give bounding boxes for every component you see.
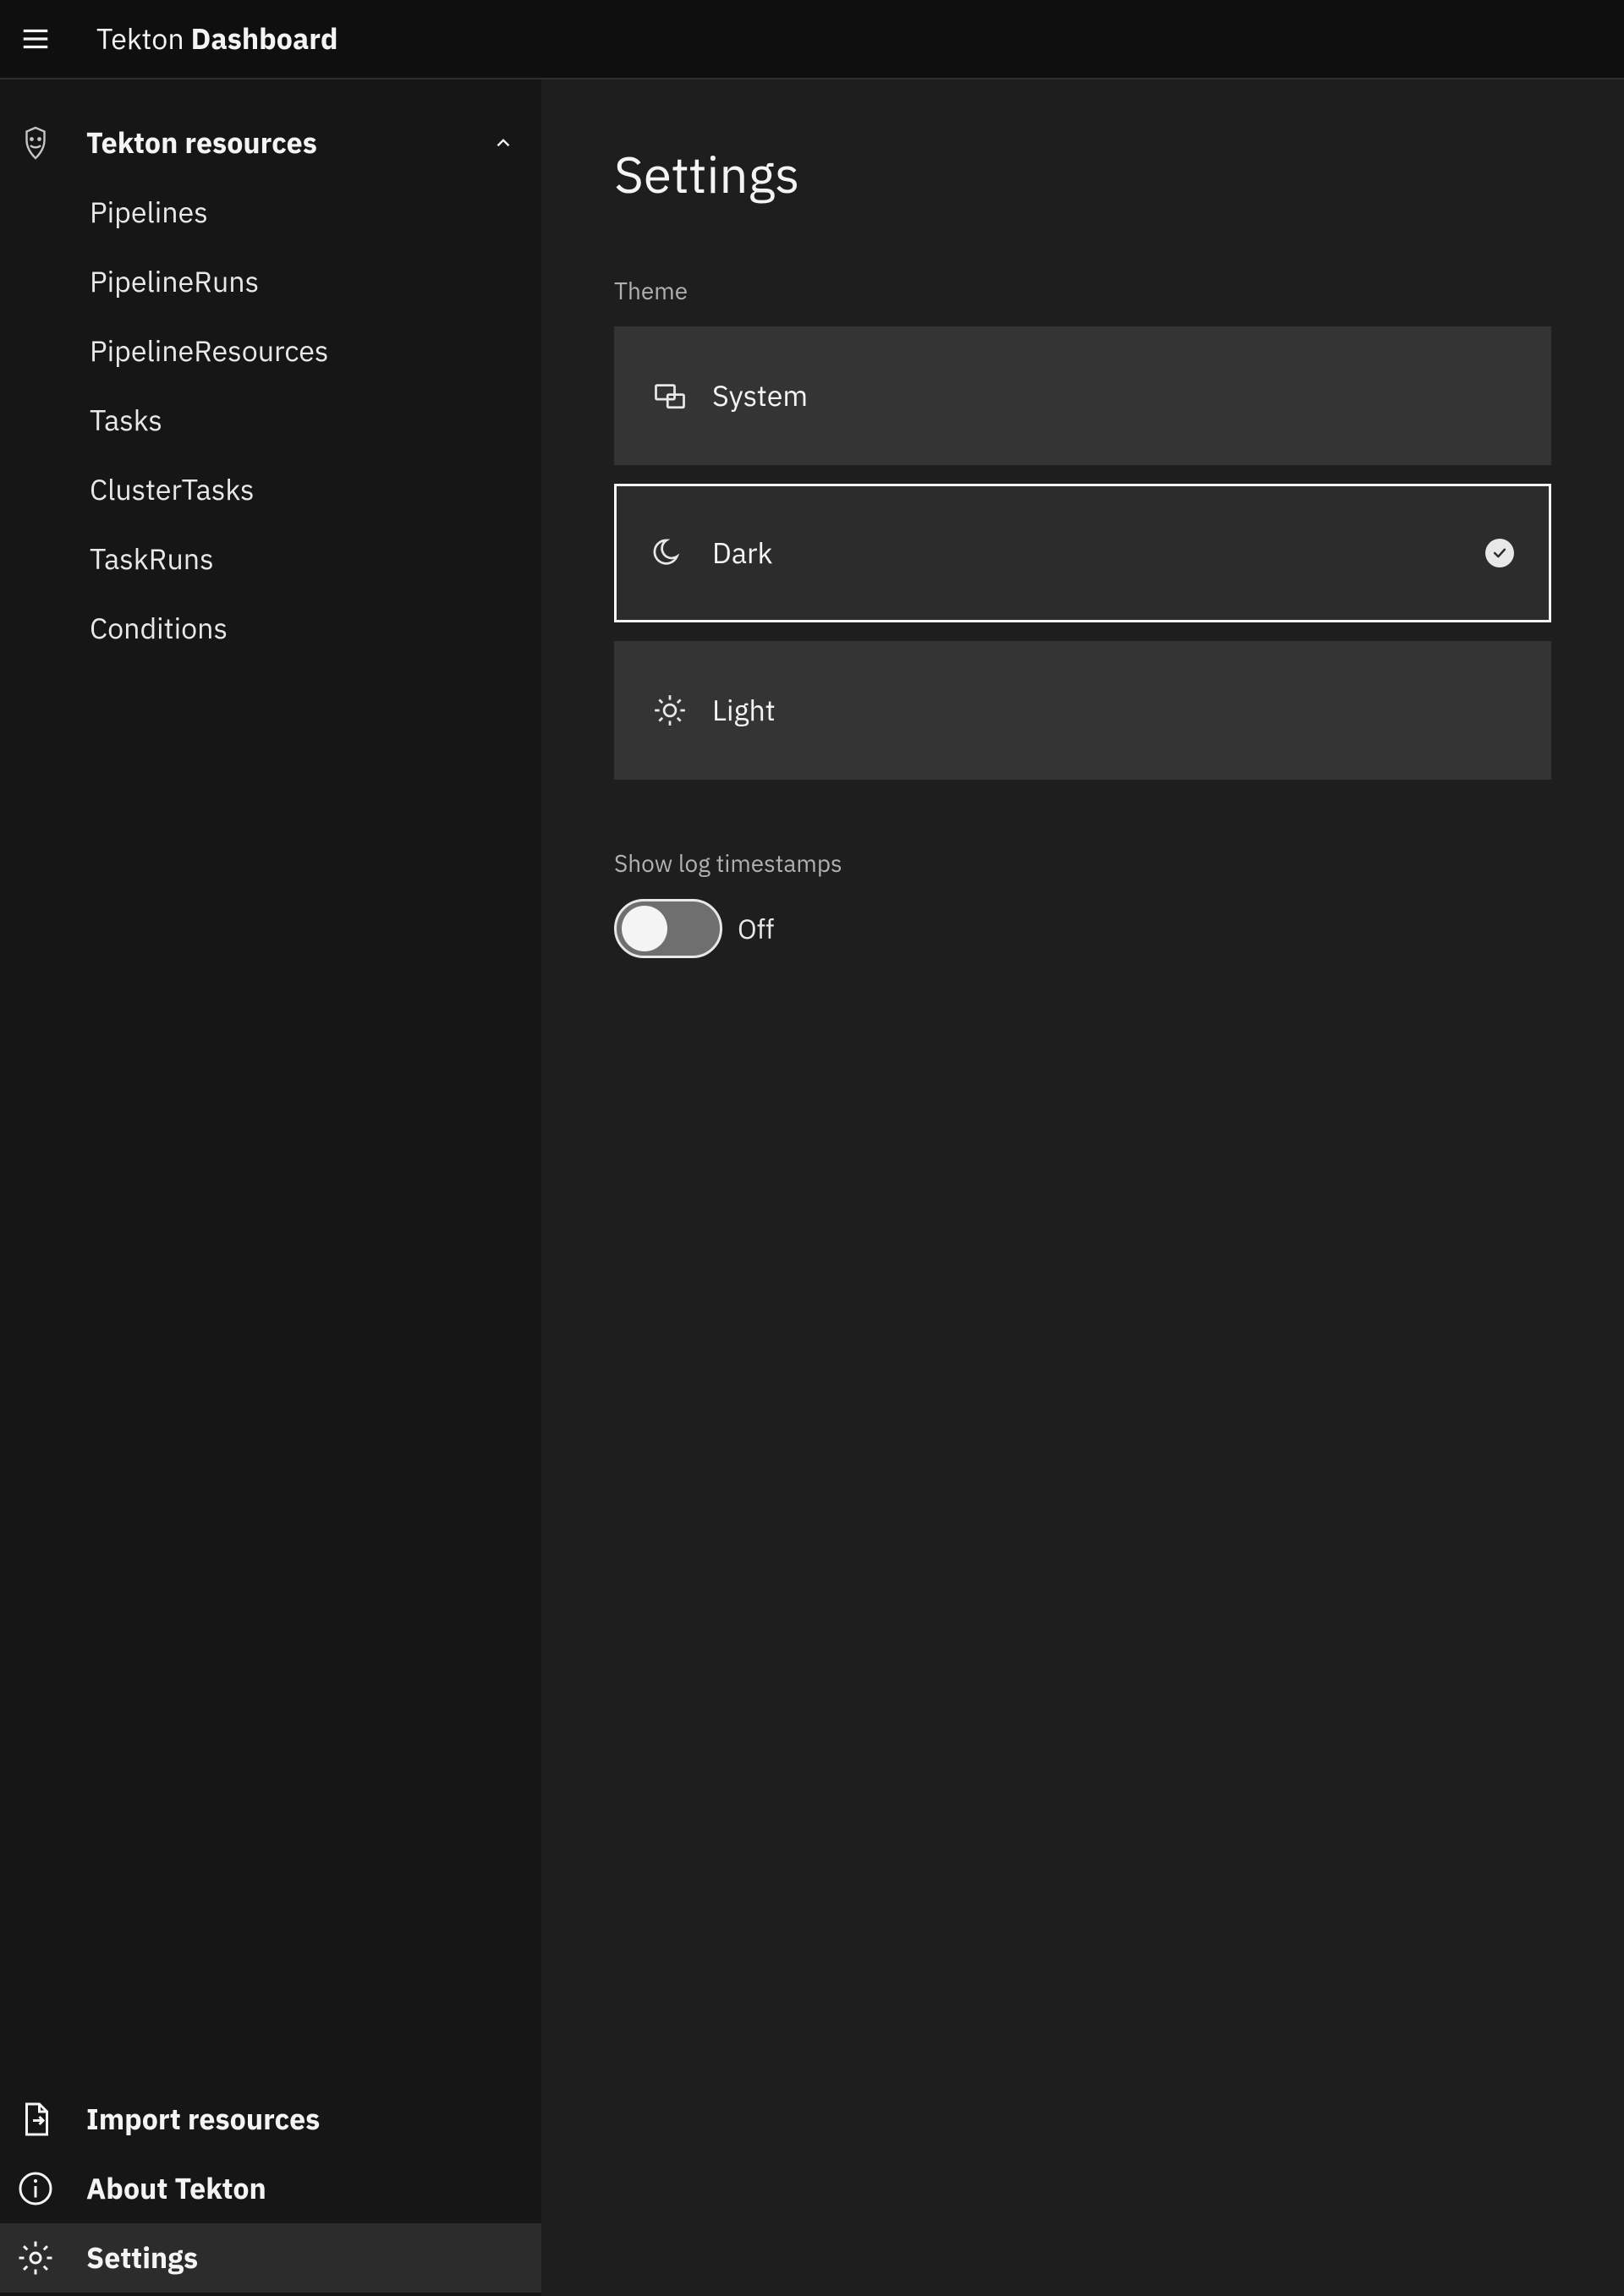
sidebar-item-label: Import resources	[86, 2101, 320, 2138]
sidebar-item-label: Pipelines	[90, 194, 208, 231]
sidebar-item-label: Settings	[86, 2239, 198, 2277]
gear-icon	[15, 2238, 56, 2278]
sidebar-item-pipelineruns[interactable]: PipelineRuns	[0, 247, 541, 316]
theme-option-system[interactable]: System	[614, 326, 1551, 465]
theme-tile-group: System Dark	[614, 326, 1551, 780]
sidebar-item-conditions[interactable]: Conditions	[0, 594, 541, 663]
screen-icon	[651, 377, 689, 414]
sidebar-item-label: PipelineRuns	[90, 263, 259, 300]
logs-field-label: Show log timestamps	[614, 847, 1551, 879]
theme-option-label: Dark	[712, 534, 772, 572]
brand-title[interactable]: Tekton Dashboard	[96, 20, 338, 58]
sidebar-item-about-tekton[interactable]: About Tekton	[0, 2154, 541, 2223]
sidebar-item-taskruns[interactable]: TaskRuns	[0, 524, 541, 594]
hamburger-icon	[19, 23, 52, 55]
chevron-up-icon	[491, 130, 516, 156]
toggle-knob	[622, 906, 667, 951]
log-timestamps-toggle[interactable]	[614, 899, 722, 958]
sidebar-item-pipelineresources[interactable]: PipelineResources	[0, 316, 541, 386]
sidebar: Tekton resources Pipelines PipelineRuns …	[0, 79, 541, 2296]
app-header: Tekton Dashboard	[0, 0, 1624, 79]
sidebar-item-settings[interactable]: Settings	[0, 2223, 541, 2293]
sun-icon	[651, 692, 689, 729]
document-import-icon	[15, 2099, 56, 2140]
theme-option-light[interactable]: Light	[614, 641, 1551, 780]
sidebar-item-label: PipelineResources	[90, 332, 328, 370]
sidebar-item-clustertasks[interactable]: ClusterTasks	[0, 455, 541, 524]
toggle-state-text: Off	[738, 911, 774, 946]
theme-field-label: Theme	[614, 275, 1551, 306]
sidebar-item-label: ClusterTasks	[90, 471, 255, 508]
sidebar-item-label: Conditions	[90, 610, 228, 647]
sidebar-item-import-resources[interactable]: Import resources	[0, 2085, 541, 2154]
checkmark-filled-icon	[1485, 539, 1514, 567]
theme-option-label: System	[712, 377, 808, 414]
moon-icon	[651, 534, 689, 572]
theme-option-label: Light	[712, 692, 776, 729]
brand-prefix: Tekton	[96, 20, 184, 58]
page-title: Settings	[614, 140, 1551, 207]
sidebar-section-label: Tekton resources	[86, 124, 491, 162]
sidebar-item-label: Tasks	[90, 402, 162, 439]
sidebar-item-label: About Tekton	[86, 2170, 266, 2207]
tekton-logo-icon	[15, 123, 56, 163]
brand-suffix: Dashboard	[191, 20, 338, 58]
sidebar-item-pipelines[interactable]: Pipelines	[0, 178, 541, 247]
main-content: Settings Theme System Dark	[541, 79, 1624, 2296]
sidebar-item-tasks[interactable]: Tasks	[0, 386, 541, 455]
menu-button[interactable]	[17, 20, 54, 58]
sidebar-item-label: TaskRuns	[90, 540, 214, 578]
sidebar-section-tekton-resources[interactable]: Tekton resources	[0, 108, 541, 178]
theme-option-dark[interactable]: Dark	[614, 484, 1551, 622]
info-icon	[15, 2168, 56, 2209]
